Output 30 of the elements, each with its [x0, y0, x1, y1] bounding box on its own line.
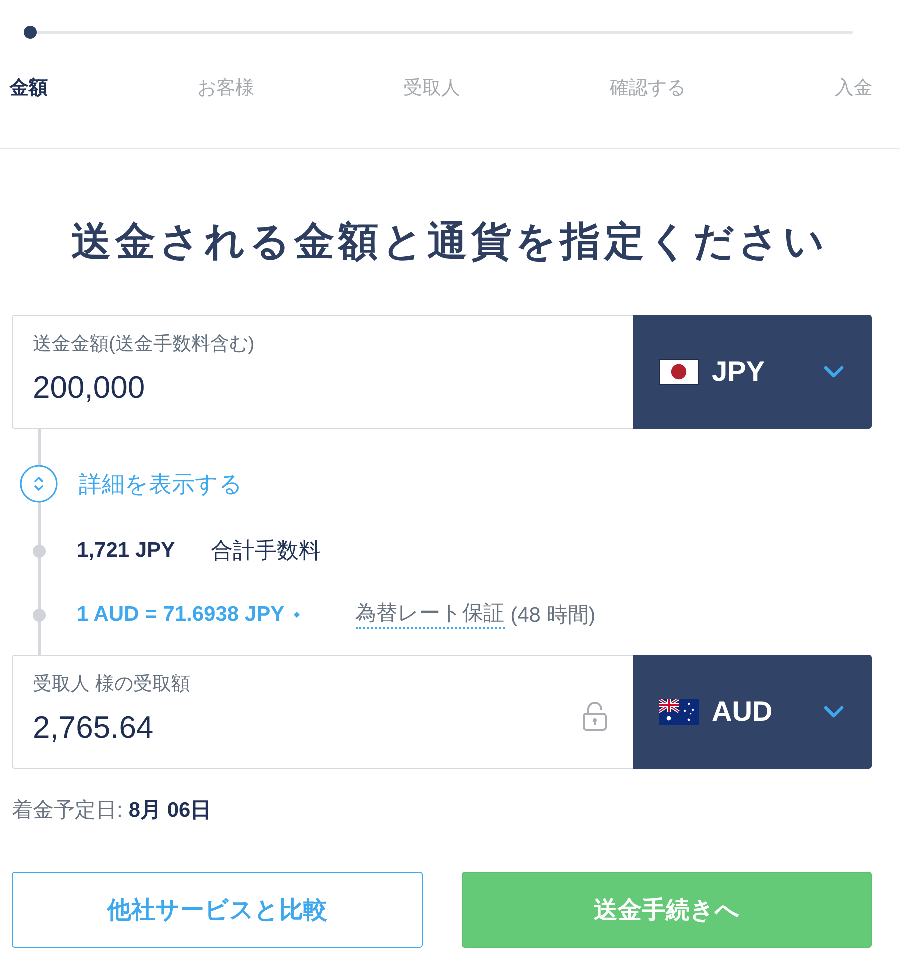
receive-amount-field[interactable]: 受取人 様の受取額 2,765.64	[12, 655, 633, 769]
send-amount-field[interactable]: 送金金額(送金手数料含む) 200,000	[12, 315, 633, 429]
guarantee-period: (48 時間)	[510, 603, 596, 629]
currency-select[interactable]: AUD	[633, 655, 872, 769]
field-value: 200,000	[33, 370, 146, 406]
field-label: 送金金額(送金手数料含む)	[33, 332, 255, 356]
chevron-down-icon	[824, 706, 844, 718]
australia-flag-icon	[659, 699, 699, 725]
page-heading: 送金される金額と通貨を指定ください	[70, 219, 830, 266]
step-label: 受取人	[404, 77, 460, 101]
fee-amount: 1,721 JPY	[77, 539, 176, 563]
timeline-dot	[32, 544, 46, 558]
chevron-down-icon	[824, 366, 844, 378]
field-label: 受取人 様の受取額	[33, 672, 190, 696]
step-label: お客様	[197, 77, 254, 101]
japan-flag-icon	[659, 359, 699, 385]
step-label: 確認する	[610, 77, 686, 101]
arrival-date: 8月 06日	[128, 799, 212, 822]
field-value: 2,765.64	[33, 710, 154, 746]
fee-label: 合計手数料	[211, 537, 322, 565]
expand-collapse-icon	[20, 465, 58, 503]
timeline-dot	[32, 608, 46, 622]
step-label: 入金	[835, 77, 873, 101]
step-label: 金額	[10, 76, 48, 101]
diamond-icon	[294, 612, 300, 618]
unlocked-padlock-icon[interactable]	[582, 701, 608, 731]
rate-guarantee-link[interactable]: 為替レート保証	[356, 601, 505, 629]
currency-select[interactable]: JPY	[633, 315, 872, 429]
exchange-rate: 1 AUD = 71.6938 JPY	[77, 603, 285, 627]
arrival-label: 着金予定日:	[12, 799, 123, 822]
